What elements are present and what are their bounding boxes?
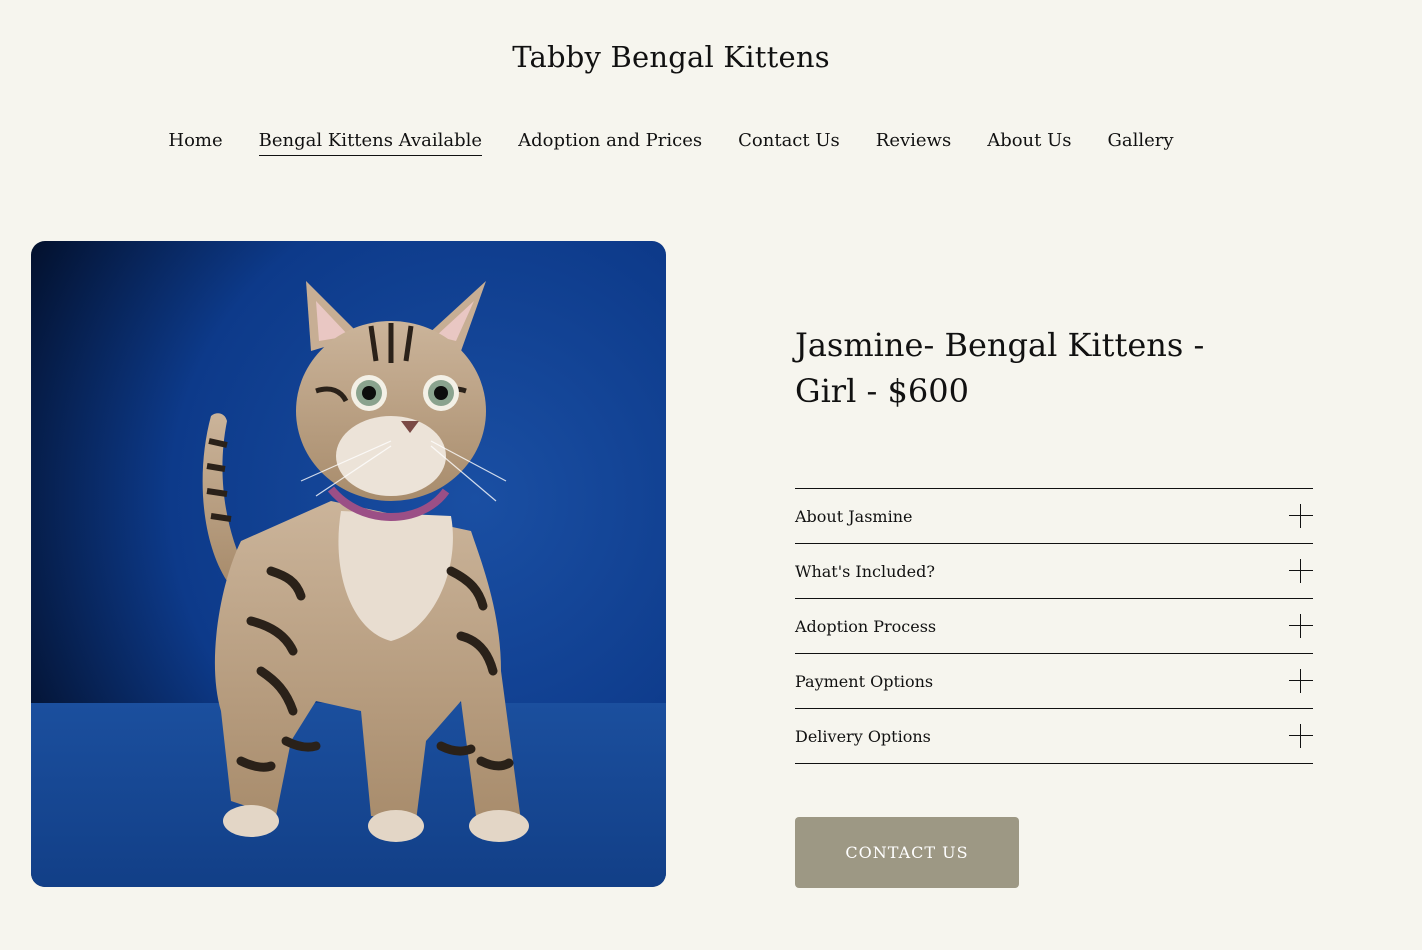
nav-contact-us[interactable]: Contact Us <box>738 130 840 156</box>
plus-icon[interactable] <box>1289 669 1313 693</box>
accordion-whats-included[interactable]: What's Included? <box>795 544 1313 599</box>
product-title: Jasmine- Bengal Kittens - Girl - $600 <box>795 326 1205 410</box>
accordion-label: About Jasmine <box>795 506 913 526</box>
kitten-photo[interactable] <box>31 241 666 887</box>
nav-gallery[interactable]: Gallery <box>1108 130 1174 156</box>
plus-icon[interactable] <box>1289 724 1313 748</box>
plus-icon[interactable] <box>1289 614 1313 638</box>
product-accordion: About Jasmine What's Included? Adoption … <box>795 488 1313 764</box>
kitten-illustration <box>31 241 666 887</box>
accordion-label: Delivery Options <box>795 726 931 746</box>
nav-adoption-and-prices[interactable]: Adoption and Prices <box>518 130 702 156</box>
plus-icon[interactable] <box>1289 504 1313 528</box>
accordion-about-jasmine[interactable]: About Jasmine <box>795 489 1313 544</box>
nav-home[interactable]: Home <box>168 130 222 156</box>
accordion-payment-options[interactable]: Payment Options <box>795 654 1313 709</box>
nav-bengal-kittens-available[interactable]: Bengal Kittens Available <box>258 130 483 156</box>
accordion-adoption-process[interactable]: Adoption Process <box>795 599 1313 654</box>
site-title[interactable]: Tabby Bengal Kittens <box>0 40 1342 74</box>
accordion-label: What's Included? <box>795 561 935 581</box>
nav-about-us[interactable]: About Us <box>987 130 1071 156</box>
accordion-delivery-options[interactable]: Delivery Options <box>795 709 1313 764</box>
contact-us-button[interactable]: CONTACT US <box>795 817 1019 888</box>
accordion-label: Adoption Process <box>795 616 937 636</box>
accordion-label: Payment Options <box>795 671 934 691</box>
nav-reviews[interactable]: Reviews <box>876 130 951 156</box>
plus-icon[interactable] <box>1289 559 1313 583</box>
main-nav: Home Bengal Kittens Available Adoption a… <box>0 130 1342 156</box>
